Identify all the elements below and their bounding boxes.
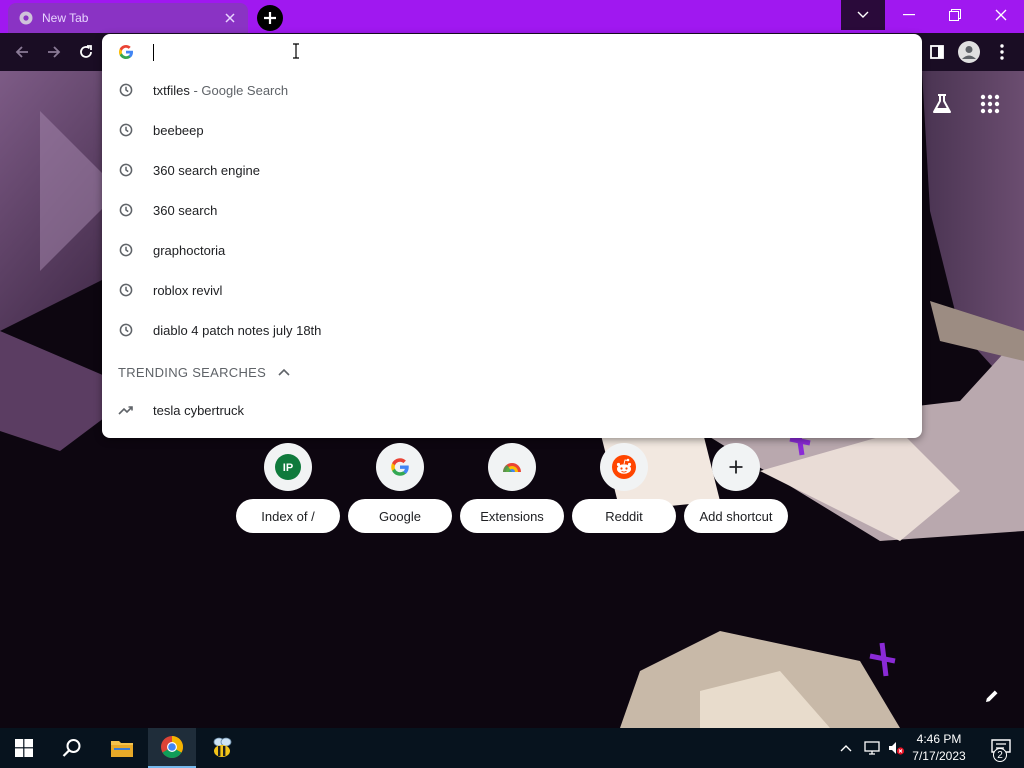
windows-logo-icon: [15, 739, 33, 757]
minimize-button[interactable]: [886, 0, 932, 30]
history-icon: [118, 162, 134, 178]
shortcut-label: Extensions: [460, 499, 564, 533]
search-icon: [62, 739, 81, 757]
shortcut-label: Google: [348, 499, 452, 533]
forward-button[interactable]: [40, 38, 68, 66]
trending-header-label: TRENDING SEARCHES: [118, 364, 267, 380]
suggestion-row[interactable]: 360 search engine: [102, 150, 922, 190]
history-icon: [118, 242, 134, 258]
new-tab-button[interactable]: [257, 5, 283, 31]
ip-icon: IP: [264, 443, 312, 491]
suggestion-text: txtfiles - Google Search: [153, 83, 288, 98]
show-hidden-icons-chevron-icon[interactable]: [834, 728, 858, 768]
shortcut-label: Index of /: [236, 499, 340, 533]
shortcut-index-of[interactable]: IP Index of /: [236, 443, 340, 535]
suggestion-text: beebeep: [153, 122, 204, 138]
suggestion-row[interactable]: roblox revivl: [102, 270, 922, 310]
notification-count-badge: 2: [993, 748, 1007, 762]
ibeam-cursor-icon: [292, 43, 300, 62]
chrome-taskbar-button[interactable]: [148, 728, 196, 768]
history-icon: [118, 122, 134, 138]
shortcut-reddit[interactable]: Reddit: [572, 443, 676, 535]
bee-icon: [213, 737, 232, 757]
windows-taskbar: 4:46 PM 7/17/2023 2: [0, 728, 1024, 768]
history-icon: [118, 202, 134, 218]
title-bar: New Tab: [0, 0, 1024, 33]
trending-searches-header[interactable]: TRENDING SEARCHES: [118, 362, 290, 382]
side-panel-button[interactable]: [923, 38, 951, 66]
start-button[interactable]: [0, 728, 48, 768]
plus-icon: [712, 443, 760, 491]
suggestion-row[interactable]: txtfiles - Google Search: [102, 70, 922, 110]
customize-pencil-icon[interactable]: [980, 684, 1004, 708]
suggestion-text: roblox revivl: [153, 282, 223, 298]
file-explorer-button[interactable]: [98, 728, 146, 768]
suggestion-row[interactable]: beebeep: [102, 110, 922, 150]
history-icon: [118, 82, 134, 98]
network-icon[interactable]: [860, 728, 884, 768]
shortcut-google[interactable]: Google: [348, 443, 452, 535]
suggestion-description: - Google Search: [189, 82, 289, 98]
clock-date: 7/17/2023: [912, 749, 966, 763]
shortcut-label: Reddit: [572, 499, 676, 533]
address-bar[interactable]: [102, 34, 922, 70]
history-icon: [118, 282, 134, 298]
google-apps-icon[interactable]: [980, 94, 1000, 117]
google-g-icon: [118, 44, 134, 60]
suggestion-text: 360 search: [153, 202, 218, 218]
labs-flask-icon[interactable]: [930, 92, 954, 119]
suggestion-row[interactable]: diablo 4 patch notes july 18th: [102, 310, 922, 350]
omnibox-dropdown: txtfiles - Google Search beebeep 360 sea…: [102, 34, 922, 438]
add-shortcut-button[interactable]: Add shortcut: [684, 443, 788, 535]
google-icon: [376, 443, 424, 491]
chrome-favicon-icon: [18, 10, 34, 26]
suggestion-row[interactable]: 360 search: [102, 190, 922, 230]
suggestion-text: graphoctoria: [153, 242, 226, 258]
close-window-button[interactable]: [978, 0, 1024, 30]
trending-text: tesla cybertruck: [153, 402, 245, 418]
chevron-up-icon[interactable]: [278, 368, 290, 376]
suggestion-text: 360 search engine: [153, 162, 260, 178]
tab-close-icon[interactable]: [222, 10, 238, 26]
folder-icon: [111, 741, 133, 757]
shortcut-label: Add shortcut: [684, 499, 788, 533]
clock[interactable]: 4:46 PM 7/17/2023: [908, 731, 970, 765]
chrome-icon: [161, 736, 183, 758]
reddit-icon: [600, 443, 648, 491]
volume-muted-icon[interactable]: [884, 728, 908, 768]
trending-icon: [118, 402, 134, 418]
history-icon: [118, 322, 134, 338]
ip-badge: IP: [283, 462, 293, 474]
restore-button[interactable]: [932, 0, 978, 30]
tab-search-button[interactable]: [841, 0, 885, 30]
clock-time: 4:46 PM: [916, 732, 962, 746]
suggestion-text: diablo 4 patch notes july 18th: [153, 322, 322, 338]
back-button[interactable]: [8, 38, 36, 66]
suggestion-row[interactable]: graphoctoria: [102, 230, 922, 270]
search-button[interactable]: [48, 728, 96, 768]
bee-app-button[interactable]: [198, 728, 246, 768]
shortcut-extensions[interactable]: Extensions: [460, 443, 564, 535]
tab-title: New Tab: [42, 11, 89, 25]
menu-kebab-icon[interactable]: [988, 38, 1016, 66]
suggestion-query: txtfiles: [153, 82, 190, 98]
tab-new-tab[interactable]: New Tab: [8, 3, 248, 33]
chrome-icon: [488, 443, 536, 491]
text-caret: [153, 44, 154, 61]
reload-button[interactable]: [72, 38, 100, 66]
profile-avatar[interactable]: [955, 38, 983, 66]
trending-row[interactable]: tesla cybertruck: [102, 390, 922, 430]
